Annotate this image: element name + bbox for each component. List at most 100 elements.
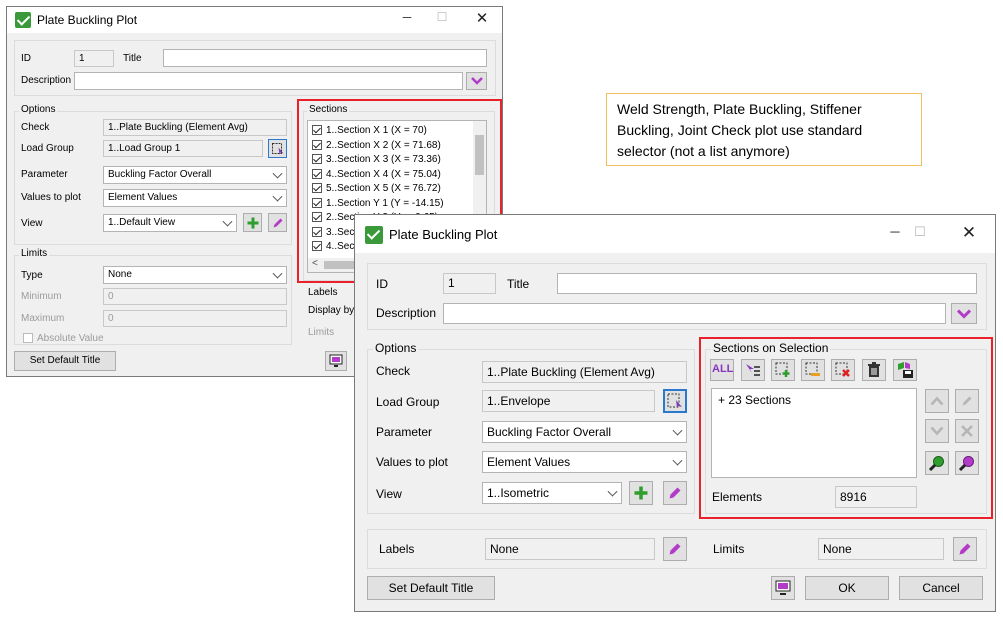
chevron-down-icon [272, 268, 283, 279]
labels-label: Labels [308, 287, 338, 298]
values-to-plot-dropdown[interactable]: Element Values [103, 189, 287, 207]
old-window-title: Plate Buckling Plot [37, 13, 138, 27]
pencil-icon [273, 218, 282, 227]
view-label: View [21, 218, 43, 229]
values-to-plot-value: Element Values [487, 455, 571, 469]
new-window-title: Plate Buckling Plot [389, 227, 498, 242]
selection-icon [271, 142, 283, 154]
title-input[interactable] [163, 49, 487, 67]
id-field: 1 [74, 50, 114, 67]
maximum-field: 0 [103, 310, 287, 327]
description-dropdown-button[interactable] [466, 72, 487, 90]
chevron-down-icon [957, 309, 971, 318]
check-label: Check [21, 122, 50, 133]
annotation-note-text: Weld Strength, Plate Buckling, Stiffener… [617, 101, 863, 159]
check-field: 1..Plate Buckling (Element Avg) [482, 361, 687, 383]
values-to-plot-label: Values to plot [376, 455, 448, 469]
add-view-button[interactable] [629, 481, 653, 505]
labels-label: Labels [379, 542, 415, 556]
values-to-plot-value: Element Values [108, 192, 178, 203]
new-plate-buckling-dialog: Plate Buckling Plot ─ ☐ ✕ ID 1 Title Des… [354, 214, 996, 612]
check-field: 1..Plate Buckling (Element Avg) [103, 119, 287, 136]
plus-icon [247, 217, 258, 228]
check-label: Check [376, 364, 411, 378]
parameter-label: Parameter [21, 169, 68, 180]
id-label: ID [21, 53, 31, 64]
load-group-field: 1..Envelope [482, 390, 655, 412]
title-input[interactable] [557, 273, 977, 294]
options-group-title: Options [19, 104, 58, 115]
minimize-icon[interactable]: ─ [885, 224, 905, 239]
load-group-field: 1..Load Group 1 [103, 140, 263, 157]
type-dropdown[interactable]: None [103, 266, 287, 284]
close-icon[interactable]: ✕ [959, 223, 979, 243]
new-sections-highlight [699, 337, 993, 519]
parameter-dropdown-value: Buckling Factor Overall [487, 425, 612, 439]
description-dropdown-button[interactable] [951, 303, 977, 324]
add-view-button[interactable] [243, 213, 262, 232]
parameter-dropdown[interactable]: Buckling Factor Overall [482, 421, 687, 443]
close-icon[interactable]: ✕ [472, 9, 492, 27]
load-group-select-button[interactable] [268, 139, 287, 158]
monitor-icon [775, 580, 791, 595]
load-group-label: Load Group [376, 395, 440, 409]
ok-button[interactable]: OK [805, 576, 889, 600]
cancel-button[interactable]: Cancel [899, 576, 983, 600]
pencil-icon [669, 543, 681, 555]
edit-limits-button[interactable] [953, 537, 977, 561]
title-label: Title [507, 277, 530, 291]
view-dropdown[interactable]: 1..Default View [103, 214, 237, 232]
minimum-field: 0 [103, 288, 287, 305]
description-input[interactable] [74, 72, 463, 90]
chevron-down-icon [672, 455, 683, 466]
chevron-down-icon [470, 77, 483, 85]
edit-view-button[interactable] [268, 213, 287, 232]
maximize-icon[interactable]: ☐ [432, 10, 452, 24]
absolute-value-checkbox[interactable]: Absolute Value [23, 333, 104, 344]
chevron-down-icon [222, 216, 233, 227]
labels-field: None [485, 538, 655, 560]
maximize-icon[interactable]: ☐ [910, 224, 930, 240]
minimum-label: Minimum [21, 291, 62, 302]
limits-label: Limits [308, 327, 335, 338]
minimize-icon[interactable]: ─ [397, 10, 417, 24]
view-dropdown-value: 1..Isometric [487, 486, 550, 500]
set-default-title-button[interactable]: Set Default Title [367, 576, 495, 600]
values-to-plot-label: Values to plot [21, 192, 81, 203]
chevron-down-icon [672, 425, 683, 436]
edit-view-button[interactable] [663, 481, 687, 505]
load-group-select-button[interactable] [663, 389, 687, 413]
view-label: View [376, 487, 402, 501]
old-set-default-title-button[interactable]: Set Default Title [14, 351, 116, 371]
chevron-down-icon [272, 191, 283, 202]
id-field: 1 [443, 273, 496, 294]
parameter-dropdown[interactable]: Buckling Factor Overall [103, 166, 287, 184]
values-to-plot-dropdown[interactable]: Element Values [482, 451, 687, 473]
limits-label: Limits [713, 542, 745, 556]
type-label: Type [21, 270, 43, 281]
view-dropdown-value: 1..Default View [108, 217, 176, 228]
new-title-bar: Plate Buckling Plot ─ ☐ ✕ [355, 215, 995, 253]
id-label: ID [376, 277, 388, 291]
load-group-label: Load Group [21, 143, 74, 154]
monitor-icon [329, 354, 343, 367]
limits-field: None [818, 538, 944, 560]
preview-button[interactable] [771, 576, 795, 600]
edit-labels-button[interactable] [663, 537, 687, 561]
old-preview-button[interactable] [325, 351, 347, 371]
plus-icon [634, 486, 648, 500]
title-label: Title [123, 53, 142, 64]
pencil-icon [669, 487, 681, 499]
limits-group-title: Limits [19, 248, 50, 259]
description-label: Description [21, 75, 72, 86]
absolute-value-label: Absolute Value [37, 333, 104, 344]
type-dropdown-value: None [108, 269, 132, 280]
description-label: Description [376, 306, 437, 320]
parameter-label: Parameter [376, 425, 433, 439]
view-dropdown[interactable]: 1..Isometric [482, 482, 622, 504]
options-group-title: Options [373, 341, 419, 355]
display-by-label: Display by [308, 305, 355, 316]
old-title-bar: Plate Buckling Plot ─ ☐ ✕ [7, 7, 502, 33]
app-check-icon [365, 226, 383, 244]
description-input[interactable] [443, 303, 946, 324]
